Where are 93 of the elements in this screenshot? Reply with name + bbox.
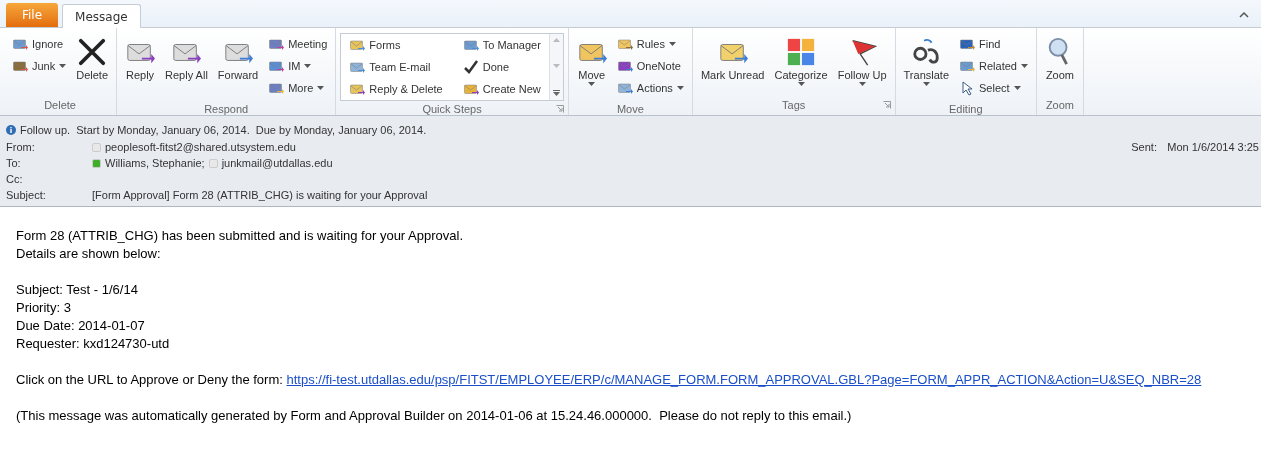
ribbon-button[interactable]: Create New: [458, 78, 545, 100]
contact-name[interactable]: Williams, Stephanie;: [92, 155, 205, 171]
body-text: Click on the URL to Approve or Deny the form: https://fi-test.utdallas.edu/psp/FITST/EMPLOYEE/ERP/c/MANAGE_FORM.FORM_APPROVAL.GBL?Page=FORM_APPR_ACTION&Action=U&SEQ_NBR=28: [16, 371, 1202, 389]
body-text: Subject: Test - 1/6/14: [16, 281, 138, 299]
body-text: Requester: kxd124730-utd: [16, 335, 170, 353]
ribbon-button[interactable]: Actions: [612, 77, 688, 99]
group-label: Respond: [204, 101, 249, 117]
ribbon-button[interactable]: Categorize: [770, 31, 832, 86]
ribbon-button[interactable]: Rules: [612, 33, 688, 55]
ribbon-button[interactable]: Reply All: [161, 31, 212, 82]
envelope-icon: [349, 59, 366, 75]
caret-icon: [676, 86, 684, 90]
envelope-icon: [616, 58, 633, 74]
ribbon-button[interactable]: Delete: [72, 31, 113, 82]
ribbon-button[interactable]: Done: [458, 56, 545, 78]
field-label: Subject:: [6, 188, 47, 203]
subject-text: [Form Approval] Form 28 (ATTRIB_CHG) is waiting for your Approval: [92, 188, 428, 203]
ribbon-button[interactable]: Forms: [345, 34, 447, 56]
gallery-scrollbar[interactable]: [548, 34, 563, 100]
ribbon-button[interactable]: Mark Unread: [696, 31, 769, 82]
group-label: Move: [616, 101, 644, 117]
ribbon-button[interactable]: IM: [264, 55, 332, 77]
envelope-icon: [616, 36, 633, 52]
field-label: Sent:: [1131, 140, 1158, 155]
caret-icon: [304, 64, 312, 68]
dialog-launcher-icon[interactable]: [882, 101, 891, 109]
group-label: Editing: [948, 101, 983, 117]
ribbon-button[interactable]: Select: [955, 77, 1032, 99]
checkmark-icon: [462, 59, 479, 75]
ribbon-button[interactable]: Team E-mail: [345, 56, 447, 78]
ribbon-button[interactable]: Translate: [899, 31, 953, 86]
envelope-icon: [616, 80, 633, 96]
caret-icon: [59, 64, 67, 68]
group-label: Quick Steps: [422, 101, 482, 117]
group-label: Zoom: [1045, 97, 1074, 113]
sent-date: Mon 1/6/2014 3:25: [1167, 140, 1260, 155]
ribbon-button[interactable]: To Manager: [458, 34, 545, 56]
ribbon-button[interactable]: Zoom: [1040, 31, 1079, 82]
ribbon-button[interactable]: Reply: [121, 31, 160, 82]
ribbon-button[interactable]: Meeting: [264, 33, 332, 55]
envelope-icon: [462, 81, 479, 97]
envelope-icon: [349, 81, 366, 97]
contact-name[interactable]: peoplesoft-fitst2@shared.utsystem.edu: [92, 139, 296, 155]
color-squares-icon: [786, 37, 817, 67]
envelope-icon: [959, 36, 975, 52]
group-label: Tags: [782, 97, 806, 113]
ribbon-button[interactable]: OneNote: [612, 55, 688, 77]
caret-icon: [588, 82, 596, 86]
envelope-icon: [268, 58, 285, 74]
scroll-down-icon[interactable]: [552, 64, 560, 68]
envelope-icon: [12, 58, 28, 74]
field-label: Cc:: [6, 172, 24, 187]
ribbon-button[interactable]: Junk: [8, 55, 71, 77]
expand-gallery-icon[interactable]: [552, 90, 560, 96]
envelope-icon: [12, 36, 28, 52]
caret-icon: [797, 82, 805, 86]
field-label: From:: [6, 140, 36, 155]
ribbon-button[interactable]: Reply & Delete: [345, 78, 447, 100]
ribbon-button[interactable]: More: [264, 77, 332, 99]
ribbon-button[interactable]: Forward: [213, 31, 263, 82]
body-text: Form 28 (ATTRIB_CHG) has been submitted and is waiting for your Approval.: [16, 227, 463, 245]
collapse-ribbon-icon[interactable]: [1239, 11, 1249, 19]
envelope-icon: [349, 37, 366, 53]
ribbon-button[interactable]: Find: [955, 33, 1032, 55]
caret-icon: [317, 86, 325, 90]
ribbon-tab[interactable]: Message: [62, 4, 141, 28]
body-text: Priority: 3: [16, 299, 71, 317]
envelope-icon: [462, 37, 479, 53]
cross-icon: [77, 37, 108, 67]
dialog-launcher-icon[interactable]: [555, 105, 564, 113]
caret-icon: [858, 82, 866, 86]
ribbon-button[interactable]: Related: [955, 55, 1032, 77]
cursor-icon: [959, 80, 975, 96]
scroll-up-icon[interactable]: [552, 38, 560, 42]
ribbon-button[interactable]: Move: [572, 31, 611, 86]
envelope-icon: [268, 36, 285, 52]
envelope-icon: [959, 58, 975, 74]
group-label: Delete: [44, 97, 76, 113]
body-text: Details are shown below:: [16, 245, 161, 263]
caret-icon: [922, 82, 930, 86]
body-text: Due Date: 2014-01-07: [16, 317, 145, 335]
contact-name[interactable]: junkmail@utdallas.edu: [208, 155, 333, 171]
follow-up-text: Follow up. Start by Monday, January 06, 2014. Due by Monday, January 06, 2014.: [20, 122, 427, 138]
envelope-icon: [268, 80, 285, 96]
caret-icon: [1013, 86, 1021, 90]
caret-icon: [668, 42, 676, 46]
ribbon-button[interactable]: Follow Up: [833, 31, 891, 86]
approval-link[interactable]: https://fi-test.utdallas.edu/psp/FITST/EMPLOYEE/ERP/c/MANAGE_FORM.FORM_APPROVAL.GBL?Page=FORM_APPR_ACTION&Action=U&SEQ_NBR=28: [286, 372, 1202, 387]
body-text: (This message was automatically generated by Form and Approval Builder on 2014-01-06 at 15.24.46.000000. Please do not reply to this email.): [16, 407, 852, 425]
ribbon-button[interactable]: Ignore: [8, 33, 71, 55]
field-label: To:: [6, 156, 22, 171]
info-icon: [6, 125, 16, 135]
caret-icon: [1020, 64, 1028, 68]
